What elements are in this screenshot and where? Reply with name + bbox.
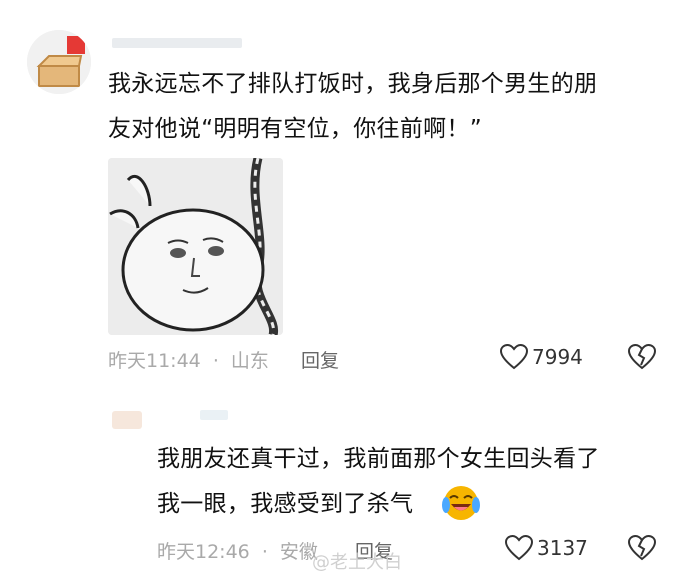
comment-body: 我永远忘不了排队打饭时，我身后那个男生的朋 友对他说“明明有空位，你往前啊！” <box>108 62 678 152</box>
comment-line: 我永远忘不了排队打饭时，我身后那个男生的朋 <box>108 71 598 97</box>
timestamp: 昨天11:44 <box>108 350 201 372</box>
separator-dot: · <box>261 541 268 563</box>
dislike-button[interactable] <box>627 343 657 374</box>
dislike-button[interactable] <box>627 534 657 565</box>
sticker-image[interactable] <box>108 158 283 335</box>
reply-comment-body: 我朋友还真干过，我前面那个女生回头看了 我一眼，我感受到了杀气 <box>157 437 677 527</box>
broken-heart-icon <box>627 534 657 561</box>
rabbit-rope-sticker-icon <box>108 158 283 335</box>
heart-outline-icon <box>505 535 533 561</box>
like-button[interactable]: 7994 <box>500 344 583 370</box>
reply-comment-meta: 昨天12:46 · 安徽 <box>157 537 318 564</box>
laughing-crying-emoji-icon <box>441 483 481 523</box>
watermark: @老土大白 <box>312 552 402 573</box>
comment-line: 友对他说“明明有空位，你往前啊！” <box>108 116 482 142</box>
reply-username-blurred[interactable] <box>200 410 228 420</box>
comment-line: 我一眼，我感受到了杀气 <box>157 491 414 517</box>
like-count: 3137 <box>537 536 588 560</box>
like-button[interactable]: 3137 <box>505 535 588 561</box>
like-count: 7994 <box>532 345 583 369</box>
comment-meta: 昨天11:44 · 山东 <box>108 346 269 373</box>
separator-dot: · <box>212 350 219 372</box>
user-avatar[interactable] <box>27 30 91 94</box>
reply-button[interactable]: 回复 <box>301 346 339 373</box>
comment-line: 我朋友还真干过，我前面那个女生回头看了 <box>157 446 600 472</box>
reply-user-avatar[interactable] <box>112 411 142 429</box>
avatar-box-icon <box>27 30 91 94</box>
broken-heart-icon <box>627 343 657 370</box>
heart-outline-icon <box>500 344 528 370</box>
location: 山东 <box>230 350 269 372</box>
username-blurred[interactable] <box>112 38 242 48</box>
timestamp: 昨天12:46 <box>157 541 250 563</box>
